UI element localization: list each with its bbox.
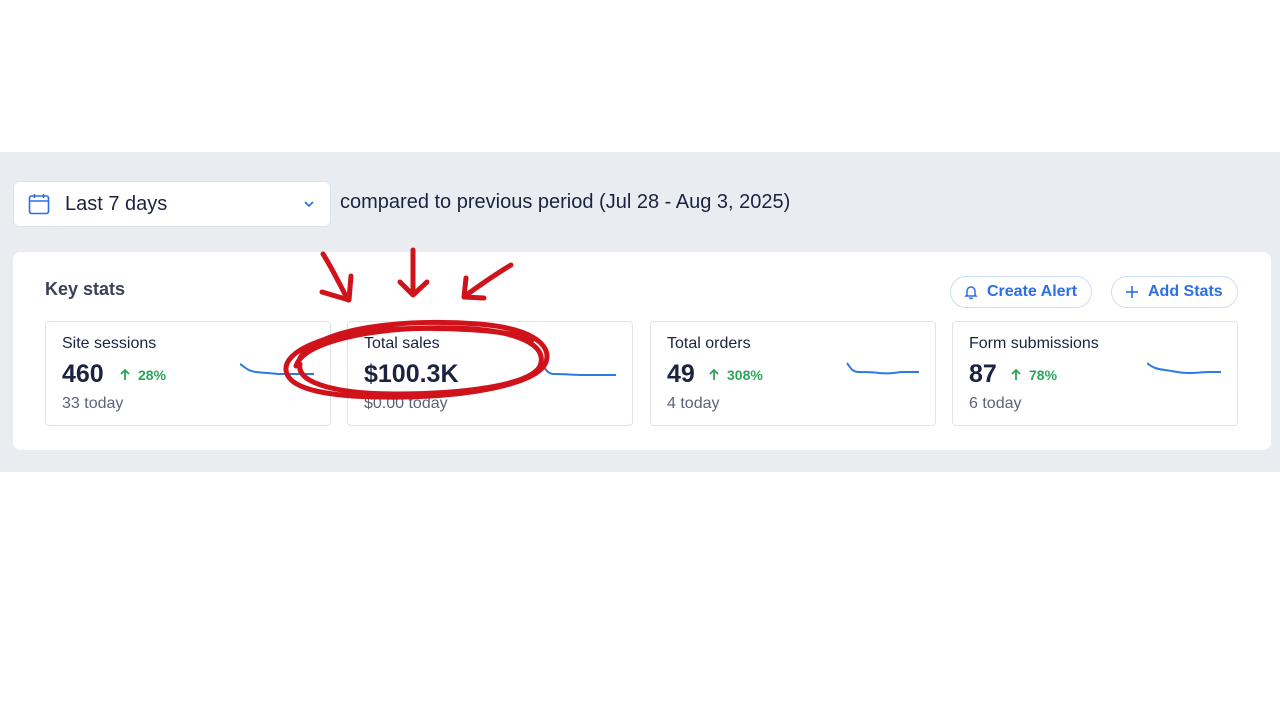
stat-card-form-submissions[interactable]: Form submissions 87 78% 6 today xyxy=(952,321,1238,426)
arrow-up-icon xyxy=(709,368,719,380)
create-alert-label: Create Alert xyxy=(987,283,1078,300)
stat-change: 78% xyxy=(1009,367,1057,383)
stat-change-value: 28% xyxy=(138,367,167,383)
stat-today: 4 today xyxy=(667,395,720,412)
stat-card-total-sales[interactable]: Total sales $100.3K $0.00 today xyxy=(347,321,633,426)
stat-change-value: 308% xyxy=(727,367,763,383)
sparkline xyxy=(240,363,314,375)
comparison-text: compared to previous period (Jul 28 - Au… xyxy=(340,191,791,213)
sparkline xyxy=(542,363,616,376)
stat-today: 6 today xyxy=(969,395,1022,412)
plus-icon xyxy=(1126,286,1138,298)
stat-change-value: 78% xyxy=(1029,367,1058,383)
stat-card-total-orders[interactable]: Total orders 49 308% 4 today xyxy=(650,321,936,426)
stat-value: $100.3K xyxy=(364,360,459,388)
sparkline xyxy=(1147,362,1221,375)
create-alert-button[interactable]: Create Alert xyxy=(950,276,1093,308)
stat-card-site-sessions[interactable]: Site sessions 460 28% 33 today xyxy=(45,321,331,426)
stat-value: 87 xyxy=(969,360,997,388)
stat-today: $0.00 today xyxy=(364,395,448,412)
key-stats-panel: Key stats Create Alert Add Stats Site se… xyxy=(13,252,1271,450)
stat-title: Form submissions xyxy=(969,335,1099,352)
stat-change: 308% xyxy=(707,367,763,383)
stat-title: Total orders xyxy=(667,335,751,352)
stat-change: 28% xyxy=(118,367,166,383)
stat-today: 33 today xyxy=(62,395,124,412)
panel-title: Key stats xyxy=(45,279,126,299)
calendar-icon xyxy=(28,194,50,215)
add-stats-button[interactable]: Add Stats xyxy=(1111,276,1238,308)
stat-value: 49 xyxy=(667,360,695,388)
bell-icon xyxy=(964,286,978,300)
stat-value: 460 xyxy=(62,360,104,388)
arrow-up-icon xyxy=(1011,368,1021,380)
date-range-label: Last 7 days xyxy=(65,192,168,215)
date-range-dropdown[interactable]: Last 7 days xyxy=(13,181,331,227)
chevron-down-icon xyxy=(304,201,314,208)
sparkline xyxy=(846,362,919,375)
arrow-up-icon xyxy=(120,368,130,380)
stat-title: Site sessions xyxy=(62,335,157,352)
add-stats-label: Add Stats xyxy=(1148,283,1223,300)
stat-title: Total sales xyxy=(364,335,440,352)
